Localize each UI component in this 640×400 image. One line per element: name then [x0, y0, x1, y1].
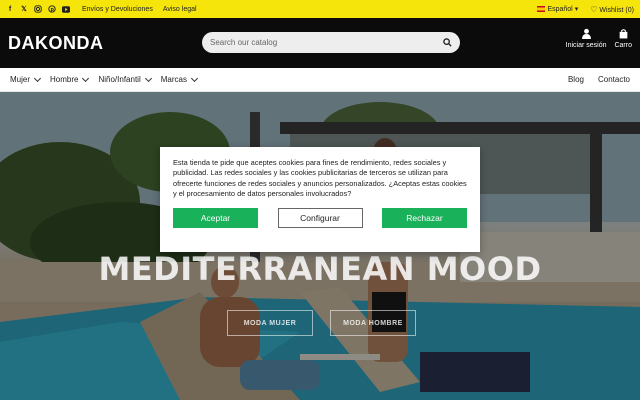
facebook-icon[interactable]: f	[6, 5, 14, 13]
shop-men-button[interactable]: MODA HOMBRE	[330, 310, 416, 336]
search-bar	[202, 32, 460, 53]
cookie-text: Esta tienda te pide que aceptes cookies …	[173, 158, 467, 198]
spain-flag-icon	[537, 6, 546, 13]
instagram-icon[interactable]	[34, 5, 42, 13]
language-selector[interactable]: Español ▾	[537, 5, 578, 13]
configure-cookies-button[interactable]: Configurar	[277, 208, 363, 229]
nav-label: Niño/Infantil	[98, 75, 141, 84]
chevron-down-icon: ▾	[574, 6, 579, 13]
nav-label: Marcas	[160, 75, 187, 84]
wishlist-link[interactable]: ♡ Wishlist (0)	[590, 5, 634, 14]
chevron-down-icon	[82, 74, 90, 82]
svg-text:p: p	[51, 8, 55, 13]
nav-label: Hombre	[50, 75, 79, 84]
pinterest-icon[interactable]: p	[48, 5, 56, 13]
login-label: Iniciar sesión	[565, 42, 607, 49]
language-label: Español	[547, 6, 573, 13]
reject-cookies-button[interactable]: Rechazar	[382, 208, 467, 229]
nav-item-contacto[interactable]: Contacto	[598, 75, 630, 84]
user-icon	[581, 28, 591, 39]
logo[interactable]: DAKONDA	[8, 33, 104, 54]
chevron-down-icon	[190, 74, 198, 82]
x-icon[interactable]: 𝕏	[20, 5, 28, 13]
nav-item-nino-infantil[interactable]: Niño/Infantil	[98, 74, 152, 84]
social-links: f 𝕏 p	[6, 5, 70, 13]
legal-notice-link[interactable]: Aviso legal	[163, 6, 197, 13]
header: DAKONDA Iniciar sesión Carro	[0, 18, 640, 68]
top-bar: f 𝕏 p Envíos y Devoluciones Aviso legal …	[0, 0, 640, 18]
shop-women-button[interactable]: MODA MUJER	[227, 310, 313, 336]
nav-item-hombre[interactable]: Hombre	[50, 74, 90, 84]
cart-button[interactable]: Carro	[614, 28, 632, 49]
cart-label: Carro	[614, 42, 632, 49]
shopping-bag-icon	[619, 29, 628, 39]
shipping-returns-link[interactable]: Envíos y Devoluciones	[82, 6, 153, 13]
search-input[interactable]	[210, 38, 443, 47]
chevron-down-icon	[33, 74, 42, 82]
nav-item-mujer[interactable]: Mujer	[10, 74, 42, 84]
main-nav: Mujer Hombre Niño/Infantil Marcas Blog C…	[0, 68, 640, 92]
nav-label: Mujer	[10, 75, 31, 84]
nav-item-blog[interactable]: Blog	[568, 75, 584, 84]
hero-title: MEDITERRANEAN MOOD	[98, 250, 542, 288]
cookie-consent-dialog: Esta tienda te pide que aceptes cookies …	[160, 147, 480, 252]
chevron-down-icon	[144, 74, 152, 82]
accept-cookies-button[interactable]: Aceptar	[173, 208, 258, 229]
nav-item-marcas[interactable]: Marcas	[160, 74, 198, 84]
wishlist-label: Wishlist (0)	[599, 6, 634, 14]
youtube-icon[interactable]	[62, 5, 70, 13]
login-button[interactable]: Iniciar sesión	[565, 28, 607, 49]
search-icon[interactable]	[443, 38, 452, 47]
heart-icon: ♡	[590, 4, 598, 14]
